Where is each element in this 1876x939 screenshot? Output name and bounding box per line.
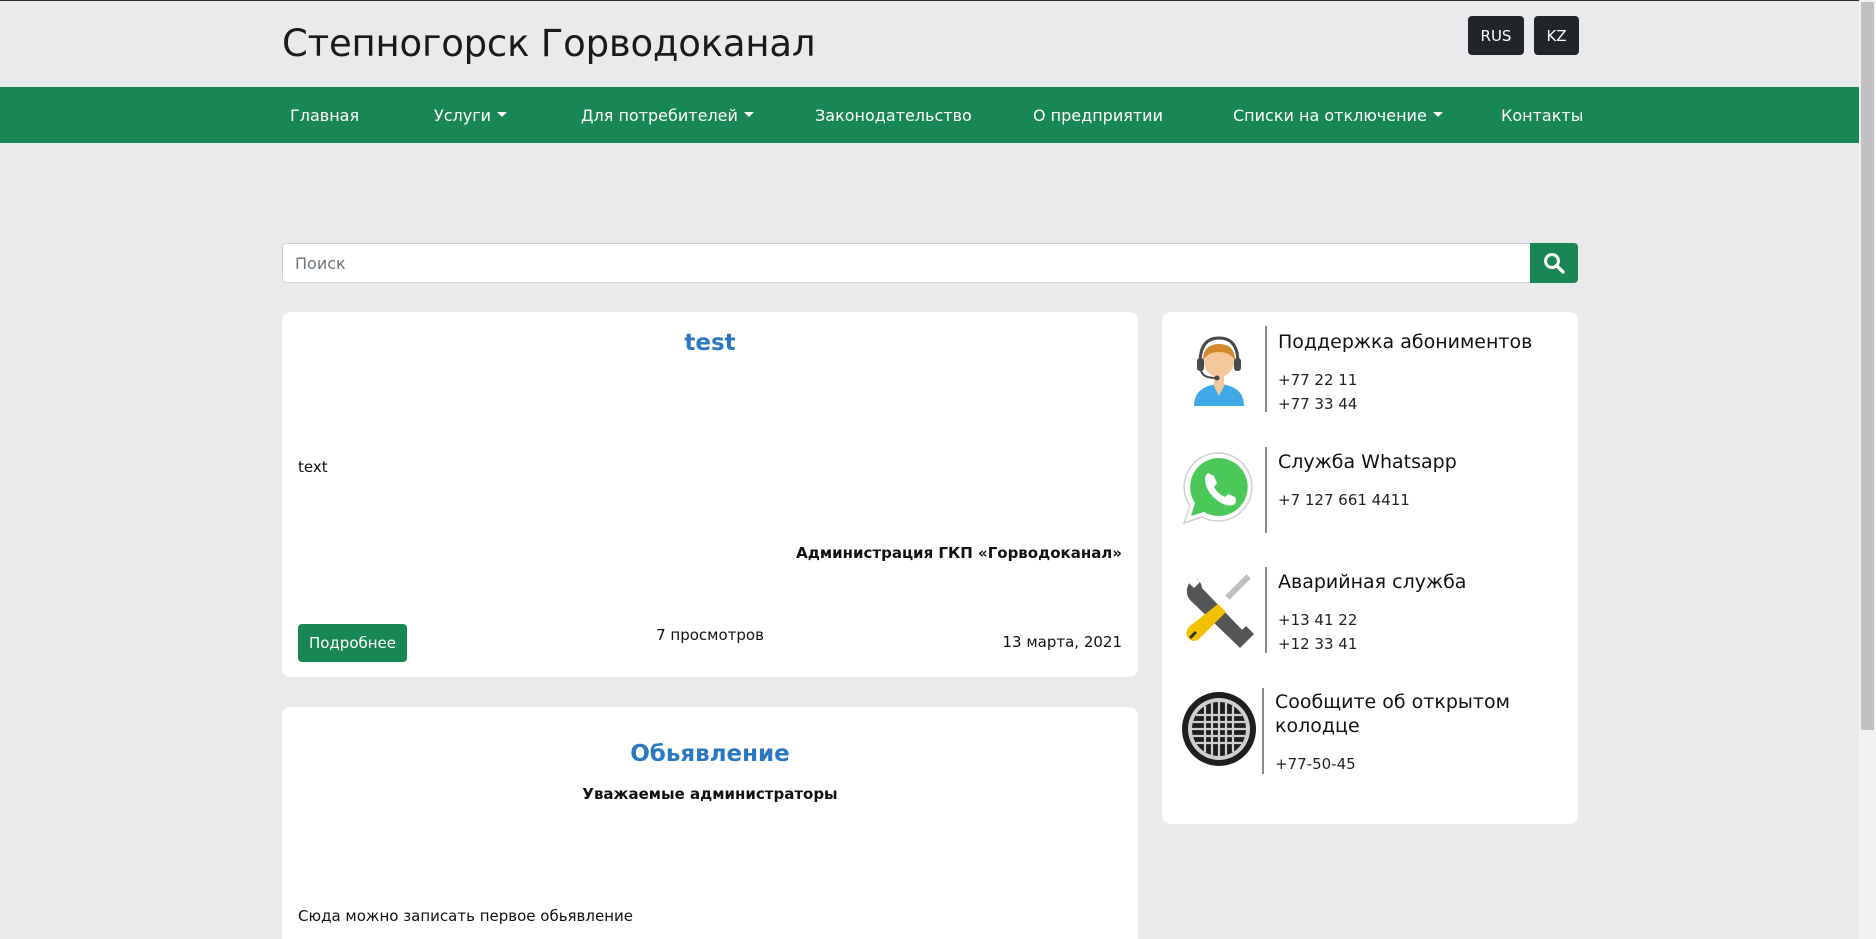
service-divider	[1265, 447, 1267, 533]
nav-about[interactable]: О предприятии	[1033, 87, 1163, 143]
manhole-icon	[1182, 692, 1256, 766]
service-title-line: Сообщите об открытом	[1275, 691, 1510, 713]
nav-shutdown-lists-label: Списки на отключение	[1233, 105, 1427, 125]
caret-down-icon	[743, 111, 754, 117]
lang-kz-button[interactable]: KZ	[1534, 16, 1579, 55]
search-bar	[282, 243, 1578, 283]
caret-down-icon	[1432, 111, 1443, 117]
service-title: Аварийная служба	[1278, 571, 1467, 593]
service-divider	[1265, 567, 1267, 653]
nav-legislation-label: Законодательство	[815, 105, 972, 125]
service-divider	[1262, 688, 1264, 774]
nav-home-label: Главная	[290, 105, 360, 125]
post-date: 13 марта, 2021	[1002, 633, 1122, 651]
post-text: text	[298, 458, 328, 476]
search-button[interactable]	[1530, 243, 1578, 283]
nav-contacts[interactable]: Контакты	[1501, 87, 1583, 143]
operator-headset-icon	[1194, 336, 1244, 406]
caret-down-icon	[497, 111, 508, 117]
service-phone[interactable]: +77 22 11	[1278, 371, 1357, 389]
service-phone[interactable]: +12 33 41	[1278, 635, 1357, 653]
wrench-screwdriver-icon	[1186, 574, 1254, 648]
post-text: Сюда можно записать первое обьявление	[298, 907, 634, 925]
main-navbar: Главная Услуги Для потребителей Законода…	[0, 87, 1859, 143]
service-title: Служба Whatsapp	[1278, 451, 1457, 473]
post-subtitle: Уважаемые администраторы	[582, 785, 838, 803]
post-title[interactable]: test	[282, 330, 1138, 356]
top-border	[0, 0, 1876, 1]
nav-services-label: Услуги	[434, 105, 492, 125]
scrollbar-thumb[interactable]	[1861, 2, 1874, 730]
lang-rus-button[interactable]: RUS	[1468, 16, 1524, 55]
nav-contacts-label: Контакты	[1501, 105, 1584, 125]
services-sidebar: Поддержка абониментов +77 22 11 +77 33 4…	[1162, 312, 1578, 824]
post-signature: Администрация ГКП «Горводоканал»	[796, 544, 1122, 562]
news-card: test text Администрация ГКП «Горводокана…	[282, 312, 1138, 677]
service-title-line: колодце	[1275, 715, 1360, 737]
search-icon	[1544, 253, 1565, 274]
news-card: Обьявление Уважаемые администраторы Сюда…	[282, 707, 1138, 939]
site-title[interactable]: Степногорск Горводоканал	[282, 22, 815, 65]
service-phone[interactable]: +77 33 44	[1278, 395, 1357, 413]
language-switcher: RUS KZ	[1468, 16, 1579, 55]
nav-legislation[interactable]: Законодательство	[815, 87, 972, 143]
service-phone[interactable]: +13 41 22	[1278, 611, 1357, 629]
nav-home[interactable]: Главная	[290, 87, 359, 143]
nav-shutdown-lists[interactable]: Списки на отключение	[1233, 87, 1443, 143]
post-title[interactable]: Обьявление	[282, 741, 1138, 767]
vertical-scrollbar[interactable]	[1859, 0, 1876, 939]
nav-consumers[interactable]: Для потребителей	[581, 87, 754, 143]
search-input[interactable]	[282, 243, 1530, 283]
service-title: Поддержка абониментов	[1278, 331, 1533, 353]
nav-about-label: О предприятии	[1033, 105, 1163, 125]
service-phone[interactable]: +7 127 661 4411	[1278, 491, 1410, 509]
nav-services[interactable]: Услуги	[434, 87, 508, 143]
service-phone[interactable]: +77-50-45	[1275, 755, 1356, 773]
whatsapp-icon	[1182, 452, 1253, 525]
nav-consumers-label: Для потребителей	[581, 105, 738, 125]
service-divider	[1265, 326, 1267, 412]
service-title: Сообщите об открытом колодце	[1275, 690, 1510, 738]
